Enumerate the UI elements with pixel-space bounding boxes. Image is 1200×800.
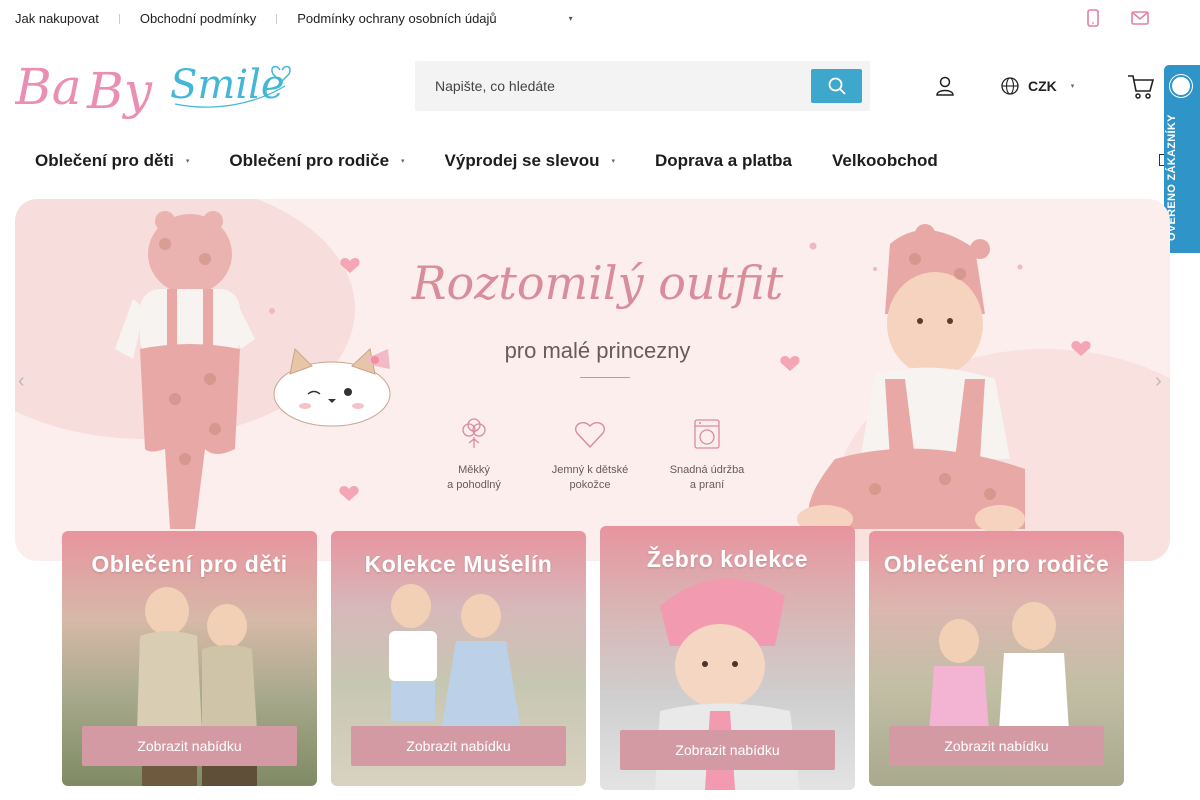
feature-line: Jemný k dětské <box>551 464 629 476</box>
currency-selector[interactable]: CZK ▾ <box>1000 74 1074 98</box>
feature-line: Snadná údržba <box>669 464 745 476</box>
svg-text:Smile: Smile <box>170 62 285 108</box>
phone-icon[interactable] <box>1083 8 1103 28</box>
feature-line: pokožce <box>569 479 611 491</box>
link-terms[interactable]: Obchodní podmínky <box>140 11 256 26</box>
nav-item-label: Oblečení pro rodiče <box>229 151 390 170</box>
feature-soft: Měkký a pohodlný <box>424 417 524 493</box>
site-logo[interactable]: Ba By Smile <box>14 52 300 122</box>
show-offer-button[interactable]: Zobrazit nabídku <box>620 730 835 770</box>
globe-icon <box>1001 77 1019 95</box>
toddler-illustration <box>115 211 255 529</box>
nav-item-wholesale[interactable]: Velkoobchod <box>832 151 938 171</box>
feature-gentle: Jemný k dětské pokožce <box>540 417 640 493</box>
search-button[interactable] <box>811 69 862 103</box>
category-title: Kolekce Mušelín <box>364 551 553 577</box>
nav-item-sale[interactable]: Výprodej se slevou ▾ <box>445 151 615 171</box>
show-offer-button[interactable]: Zobrazit nabídku <box>351 726 566 766</box>
main-nav: Oblečení pro děti ▾ Oblečení pro rodiče ▾ … <box>35 148 978 174</box>
top-links: Jak nakupovat Obchodní podmínky Podmínky… <box>15 11 573 26</box>
hero-subtitle: pro malé princezny <box>504 338 691 363</box>
category-card-parents[interactable]: Oblečení pro rodiče Zobrazit nabídku <box>869 531 1124 786</box>
category-card-kids[interactable]: Oblečení pro děti Zobrazit nabídku <box>62 531 317 786</box>
washing-machine-icon <box>694 419 720 449</box>
nav-item-shipping[interactable]: Doprava a platba <box>655 151 792 171</box>
category-card-muslin[interactable]: Kolekce Mušelín Zobrazit nabídku <box>331 531 586 786</box>
top-bar: Jak nakupovat Obchodní podmínky Podmínky… <box>0 0 1200 38</box>
nav-item-kids-clothing[interactable]: Oblečení pro děti ▾ <box>35 151 189 171</box>
nav-item-label: Velkoobchod <box>832 151 938 170</box>
search-bar <box>415 61 870 111</box>
divider <box>276 13 278 24</box>
hero-title: Roztomilý outfit <box>411 256 784 310</box>
decor-line <box>580 377 630 378</box>
chevron-down-icon[interactable]: ▾ <box>569 14 573 23</box>
chevron-down-icon: ▾ <box>1070 83 1075 90</box>
hero-banner[interactable]: Roztomilý outfit pro malé princezny Měkk… <box>15 199 1170 561</box>
nav-item-parents-clothing[interactable]: Oblečení pro rodiče ▾ <box>229 151 404 171</box>
category-card-rib[interactable]: Žebro kolekce Zobrazit nabídku <box>600 526 855 790</box>
category-title: Žebro kolekce <box>646 546 809 572</box>
cart-icon[interactable] <box>1126 71 1156 101</box>
nav-item-label: Oblečení pro děti <box>35 151 174 170</box>
search-icon <box>828 77 846 95</box>
currency-label: CZK <box>1028 78 1057 94</box>
feature-line: a pohodlný <box>447 479 501 491</box>
cotton-icon <box>462 418 486 448</box>
chevron-right-icon[interactable]: › <box>1155 370 1162 393</box>
seal-icon <box>1170 75 1192 97</box>
link-how-to-shop[interactable]: Jak nakupovat <box>15 11 99 26</box>
chevron-down-icon: ▾ <box>611 158 616 165</box>
search-input[interactable] <box>415 61 805 111</box>
category-title: Oblečení pro rodiče <box>883 551 1110 577</box>
show-offer-button[interactable]: Zobrazit nabídku <box>82 726 297 766</box>
nav-item-label: Doprava a platba <box>655 151 793 170</box>
user-icon[interactable] <box>933 74 957 98</box>
feature-line: Měkký <box>458 464 490 476</box>
divider <box>118 13 120 24</box>
mail-icon[interactable] <box>1130 8 1150 28</box>
category-title: Oblečení pro děti <box>91 551 288 577</box>
heart-icon <box>575 422 605 449</box>
chevron-down-icon: ▾ <box>185 158 190 165</box>
svg-text:By: By <box>86 62 153 120</box>
nav-item-label: Výprodej se slevou <box>444 151 600 170</box>
svg-text:Ba: Ba <box>15 58 82 116</box>
show-offer-button[interactable]: Zobrazit nabídku <box>889 726 1104 766</box>
chevron-left-icon[interactable]: ‹ <box>18 370 25 393</box>
feature-line: a praní <box>689 479 725 491</box>
link-privacy[interactable]: Podmínky ochrany osobních údajů <box>297 11 496 26</box>
chevron-down-icon: ▾ <box>401 158 405 165</box>
feature-easy-care: Snadná údržba a praní <box>657 417 757 493</box>
